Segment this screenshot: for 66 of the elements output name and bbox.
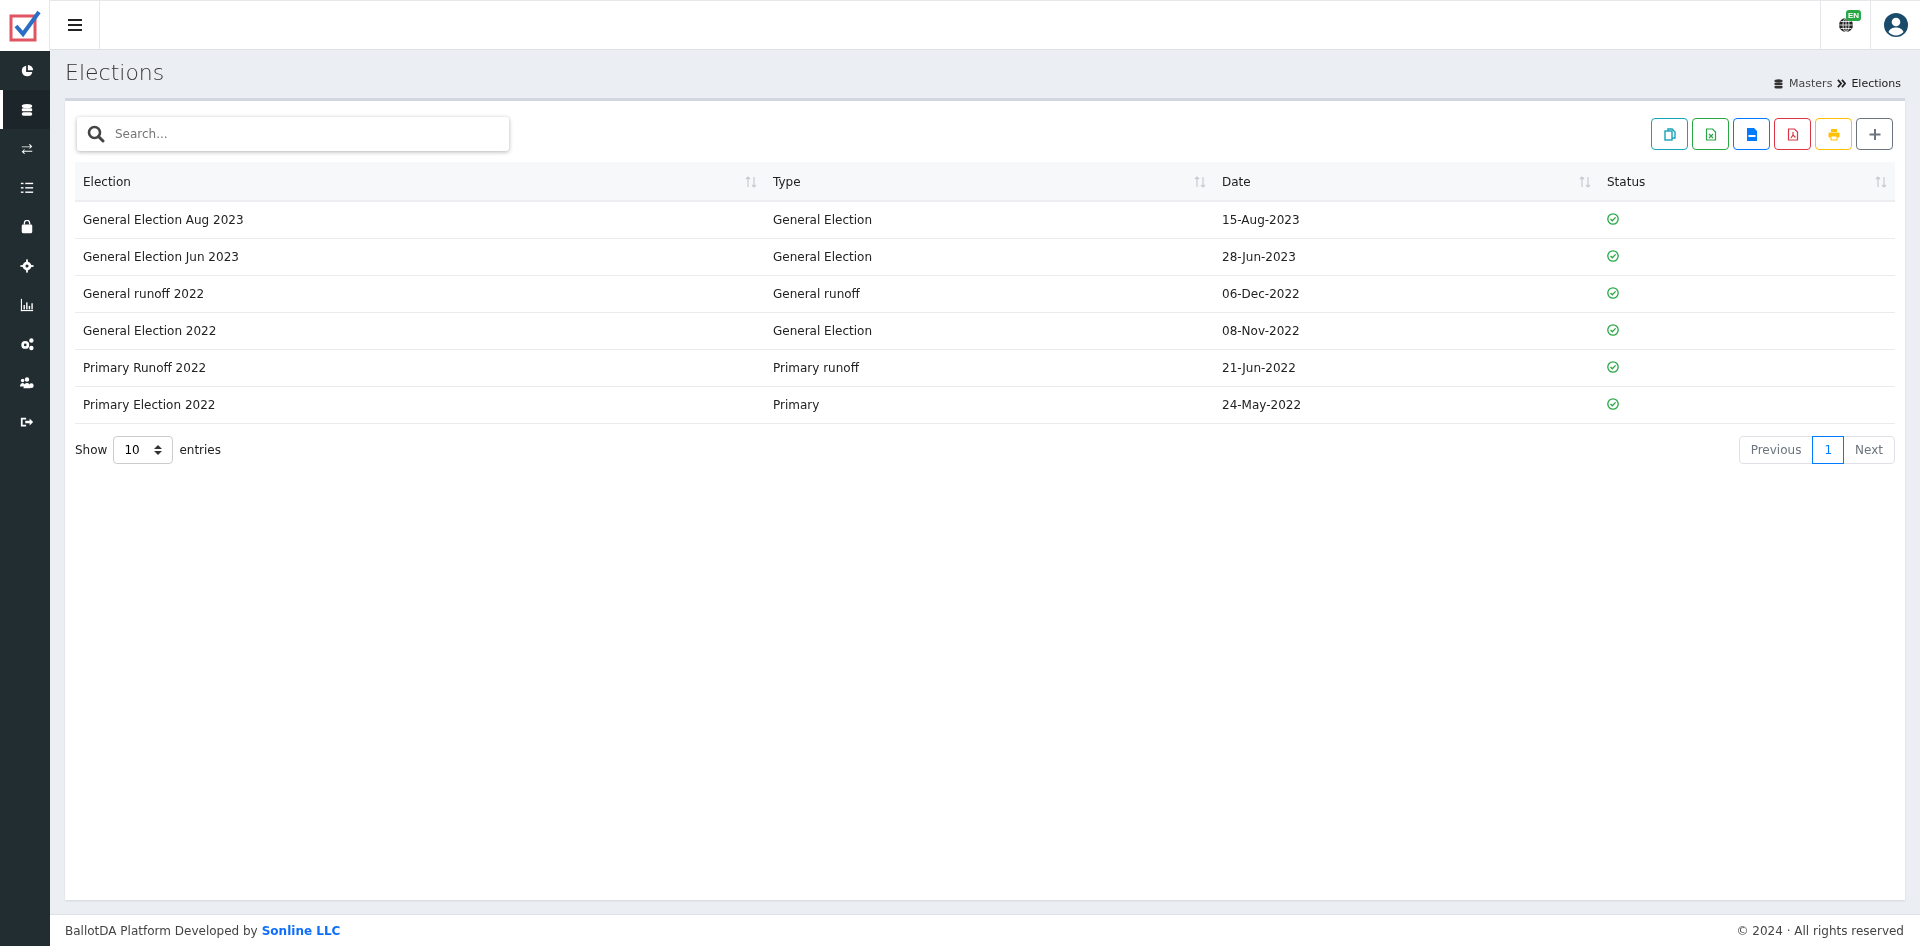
table-cell: 08-Nov-2022 bbox=[1214, 312, 1599, 350]
file-icon bbox=[1745, 127, 1758, 141]
excel-button[interactable] bbox=[1692, 118, 1729, 150]
tasks-icon bbox=[19, 180, 34, 195]
sort-arrows-icon bbox=[1579, 175, 1591, 188]
users-icon bbox=[19, 375, 34, 390]
language-badge: EN bbox=[1845, 10, 1861, 21]
column-header[interactable]: Type bbox=[765, 162, 1214, 201]
copyright-text: © 2024 · All rights reserved bbox=[1736, 923, 1904, 938]
sort-arrows-icon bbox=[1194, 175, 1206, 188]
table-cell: 15-Aug-2023 bbox=[1214, 201, 1599, 239]
plus-icon bbox=[1868, 127, 1881, 141]
copy-button[interactable] bbox=[1651, 118, 1688, 150]
breadcrumb-item: Elections bbox=[1851, 77, 1901, 90]
footer-text: BallotDA Platform Developed by bbox=[65, 923, 258, 938]
table-cell: Primary Election 2022 bbox=[75, 386, 765, 424]
checkbox-logo-icon bbox=[7, 8, 42, 43]
database-icon bbox=[1773, 77, 1785, 90]
page-size-select[interactable]: 10 bbox=[113, 436, 174, 464]
pagination-button[interactable]: 1 bbox=[1812, 436, 1845, 464]
exchange-icon bbox=[19, 141, 34, 156]
show-label: Show bbox=[75, 443, 108, 457]
sort-arrows-icon bbox=[745, 175, 757, 188]
table-cell: General runoff 2022 bbox=[75, 275, 765, 313]
csv-button[interactable] bbox=[1733, 118, 1770, 150]
printer-icon bbox=[1827, 127, 1840, 141]
database-icon bbox=[19, 102, 34, 117]
column-header[interactable]: Date bbox=[1214, 162, 1599, 201]
copy-icon bbox=[1663, 127, 1676, 141]
pagination-button[interactable]: Next bbox=[1843, 436, 1895, 464]
pagination-button[interactable]: Previous bbox=[1738, 436, 1814, 464]
page-title: Elections bbox=[65, 59, 165, 85]
pie-icon bbox=[19, 63, 34, 78]
table-cell: 06-Dec-2022 bbox=[1214, 275, 1599, 313]
column-header[interactable]: Status bbox=[1599, 162, 1895, 201]
sort-caret-icon bbox=[154, 445, 163, 455]
pdf-button[interactable] bbox=[1774, 118, 1811, 150]
pdf-file-icon bbox=[1786, 127, 1799, 141]
double-chevron-icon bbox=[1837, 79, 1847, 88]
column-header[interactable]: Election bbox=[75, 162, 765, 201]
add-button[interactable] bbox=[1856, 118, 1893, 150]
company-link[interactable]: Sonline LLC bbox=[261, 923, 341, 938]
table-cell: Primary bbox=[765, 386, 1214, 424]
table-cell: General Election Aug 2023 bbox=[75, 201, 765, 239]
table-cell: General Election bbox=[765, 312, 1214, 350]
table-cell: General Election bbox=[765, 201, 1214, 239]
table-cell: General runoff bbox=[765, 275, 1214, 313]
table-cell: Primary Runoff 2022 bbox=[75, 349, 765, 387]
spreadsheet-file-icon bbox=[1704, 127, 1717, 141]
table-cell: 28-Jun-2023 bbox=[1214, 238, 1599, 276]
sidebar-item[interactable] bbox=[0, 90, 50, 129]
table-cell: General Election 2022 bbox=[75, 312, 765, 350]
table-cell: Primary runoff bbox=[765, 349, 1214, 387]
chart-icon bbox=[19, 297, 34, 312]
user-avatar-icon bbox=[1883, 13, 1908, 37]
table-cell: 24-May-2022 bbox=[1214, 386, 1599, 424]
breadcrumb-item[interactable]: Masters bbox=[1789, 77, 1833, 90]
search-field[interactable]: Search... bbox=[77, 117, 509, 151]
sort-arrows-icon bbox=[1875, 175, 1887, 188]
table-cell: 21-Jun-2022 bbox=[1214, 349, 1599, 387]
menu-icon bbox=[67, 19, 82, 31]
entries-label: entries bbox=[179, 443, 221, 457]
table-cell: General Election bbox=[765, 238, 1214, 276]
gears-icon bbox=[19, 336, 34, 351]
search-icon bbox=[87, 125, 105, 143]
table-cell: General Election Jun 2023 bbox=[75, 238, 765, 276]
